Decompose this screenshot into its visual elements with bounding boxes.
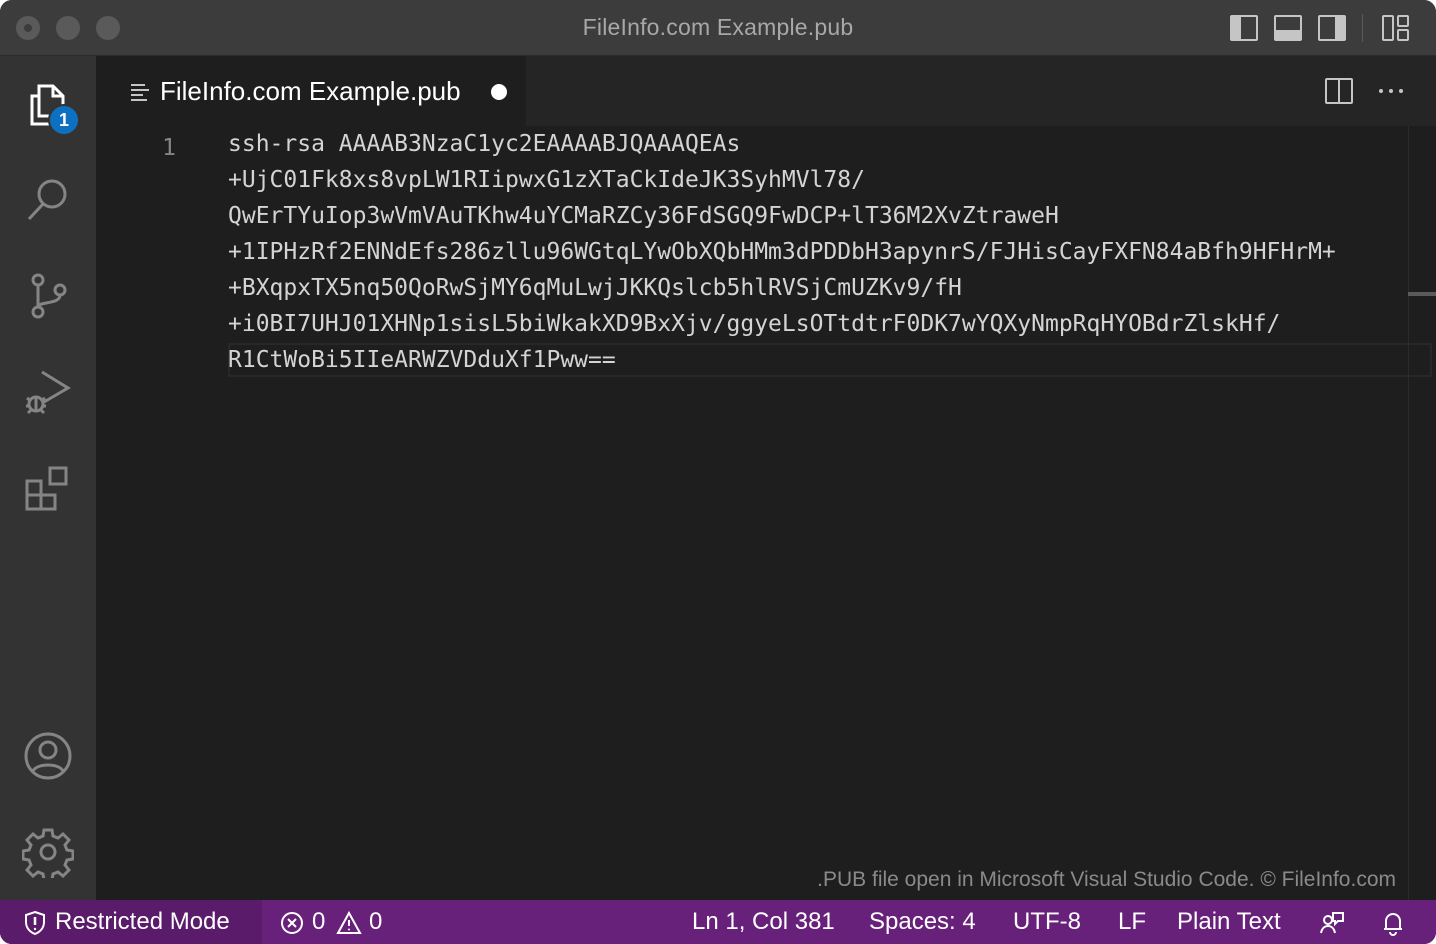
source-control-button[interactable] — [0, 248, 96, 344]
scrollbar-cursor-marker — [1408, 292, 1436, 296]
toggle-panel-icon[interactable] — [1272, 12, 1304, 44]
title-separator — [1362, 14, 1363, 42]
wrapped-line: +i0BI7UHJ01XHNp1sisL5biWkakXD9BxXjv/ggye… — [228, 311, 1281, 337]
explorer-button[interactable]: 1 — [0, 56, 96, 152]
toggle-secondary-sidebar-icon[interactable] — [1316, 12, 1348, 44]
line-number: 1 — [162, 135, 176, 161]
gear-icon — [22, 828, 74, 878]
extensions-button[interactable] — [0, 440, 96, 536]
editor-tab[interactable]: FileInfo.com Example.pub — [96, 56, 526, 126]
error-count[interactable]: 0 — [312, 908, 325, 936]
run-debug-button[interactable] — [0, 344, 96, 440]
explorer-badge: 1 — [48, 104, 80, 136]
more-actions-button[interactable] — [1374, 74, 1408, 108]
restricted-mode-item[interactable]: Restricted Mode — [0, 900, 262, 944]
wrapped-line: +BXqpxTX5nq50QoRwSjMY6qMuLwjJKKQslcb5hlR… — [228, 275, 962, 301]
accounts-button[interactable] — [0, 708, 96, 804]
customize-layout-icon[interactable] — [1380, 12, 1412, 44]
restricted-mode-label: Restricted Mode — [55, 908, 230, 935]
watermark-caption: .PUB file open in Microsoft Visual Studi… — [817, 868, 1396, 891]
warning-count[interactable]: 0 — [369, 908, 382, 936]
run-debug-icon — [26, 370, 71, 415]
source-control-icon — [31, 273, 67, 319]
search-icon — [27, 179, 67, 221]
indentation[interactable]: Spaces: 4 — [869, 908, 976, 936]
window-title: FileInfo.com Example.pub — [582, 14, 854, 40]
feedback-icon[interactable] — [1319, 910, 1345, 936]
wrapped-line: QwErTYuIop3wVmVAuTKhw4uYCMaRZCy36FdSGQ9F… — [228, 203, 1059, 229]
wrapped-line: ssh-rsa AAAAB3NzaC1yc2EAAAABJQAAAQEAs — [228, 131, 741, 157]
code-text[interactable]: ssh-rsa AAAAB3NzaC1yc2EAAAABJQAAAQEAs +U… — [228, 126, 1408, 378]
end-of-line[interactable]: LF — [1118, 908, 1146, 936]
plain-text-file-icon — [131, 84, 149, 101]
warning-icon[interactable] — [336, 910, 362, 936]
notifications-bell-icon[interactable] — [1380, 910, 1406, 936]
shield-icon — [22, 910, 48, 936]
activity-bar: 1 — [0, 56, 96, 900]
tab-label: FileInfo.com Example.pub — [160, 76, 461, 106]
language-mode[interactable]: Plain Text — [1177, 908, 1281, 936]
manage-button[interactable] — [0, 804, 96, 900]
vertical-scrollbar[interactable] — [1408, 126, 1409, 900]
wrapped-line: +1IPHzRf2ENNdEfs286zllu96WGtqLYwObXQbHMm… — [228, 239, 1336, 265]
ellipsis-icon — [1379, 89, 1403, 93]
wrapped-line: +UjC01Fk8xs8vpLW1RIipwxG1zXTaCkIdeJK3Syh… — [228, 167, 865, 193]
toggle-primary-sidebar-icon[interactable] — [1228, 12, 1260, 44]
cursor-position[interactable]: Ln 1, Col 381 — [692, 908, 835, 936]
split-editor-button[interactable] — [1322, 74, 1356, 108]
split-editor-icon — [1325, 78, 1353, 104]
wrapped-line: R1CtWoBi5IIeARWZVDduXf1Pww== — [228, 347, 616, 373]
search-button[interactable] — [0, 152, 96, 248]
status-bar: Restricted Mode 0 0 Ln 1, Col 381 Spaces… — [0, 900, 1436, 944]
editor-tab-strip: FileInfo.com Example.pub — [96, 56, 1436, 126]
encoding[interactable]: UTF-8 — [1013, 908, 1081, 936]
unsaved-dot-icon[interactable] — [491, 84, 507, 100]
vscode-window: FileInfo.com Example.pub 1 FileInfo.com … — [0, 0, 1436, 944]
error-icon[interactable] — [279, 910, 305, 936]
extensions-icon — [25, 466, 68, 511]
account-icon — [24, 732, 72, 780]
title-bar: FileInfo.com Example.pub — [0, 0, 1436, 56]
editor-area[interactable]: 1 ssh-rsa AAAAB3NzaC1yc2EAAAABJQAAAQEAs … — [96, 126, 1436, 900]
